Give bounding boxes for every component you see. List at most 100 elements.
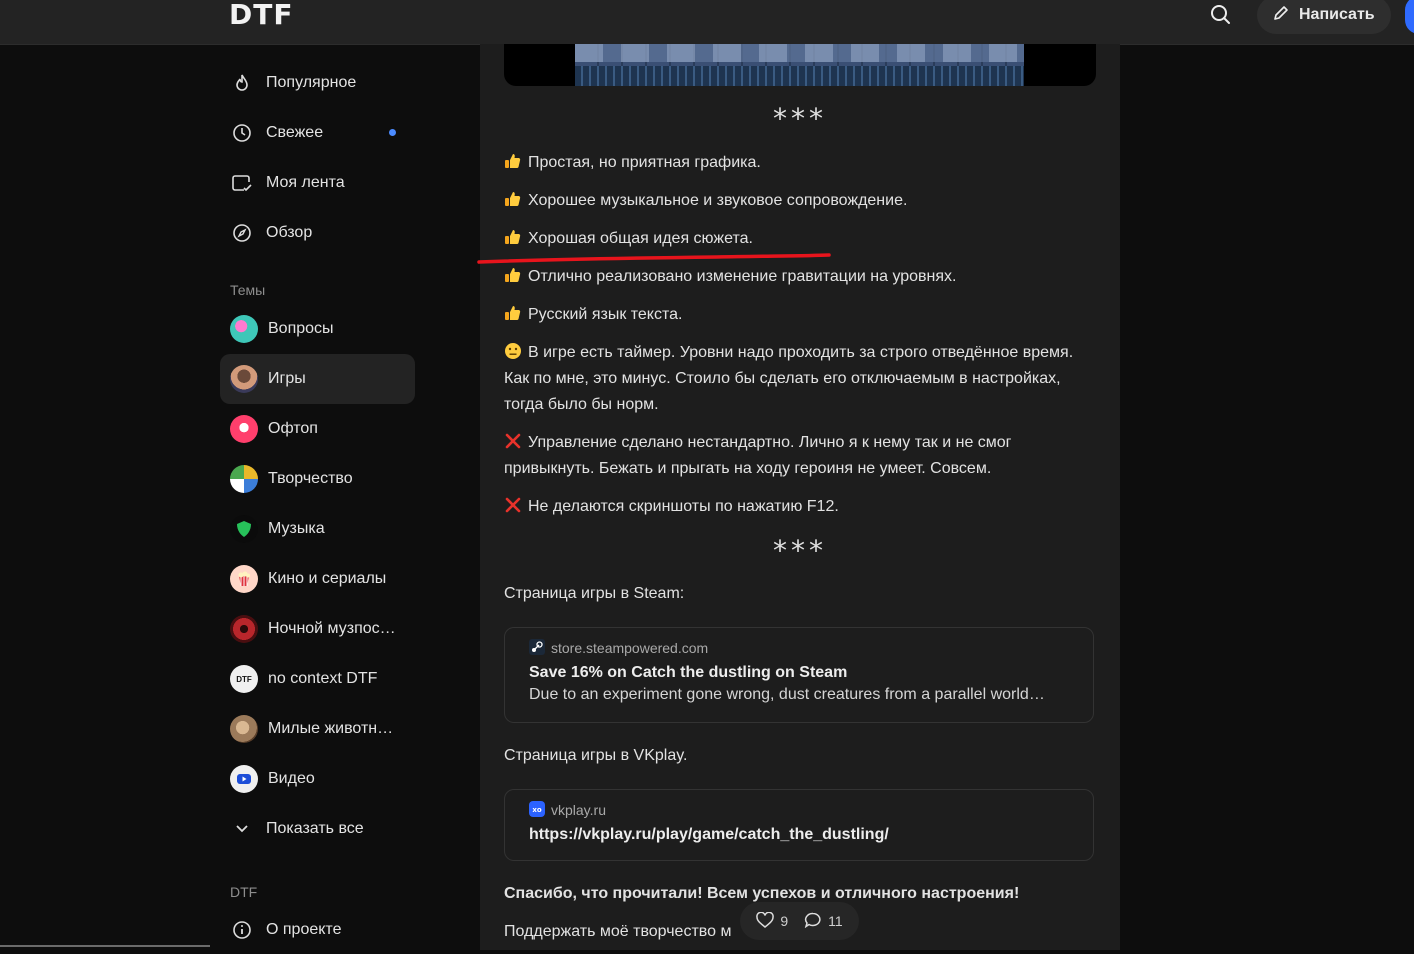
pencil-icon xyxy=(1271,3,1291,28)
topic-cinema[interactable]: Кино и сериалы xyxy=(220,554,415,604)
dtf-logo-icon: DTF xyxy=(230,665,258,693)
dtf-section-heading: DTF xyxy=(230,884,258,900)
nav-popular-label: Популярное xyxy=(266,74,357,91)
like-count: 9 xyxy=(780,913,789,929)
comment-icon xyxy=(804,912,822,931)
popcorn-icon xyxy=(230,565,258,593)
thumbs-up-icon xyxy=(504,190,522,208)
topic-music[interactable]: Музыка xyxy=(220,504,415,554)
topic-label: Творчество xyxy=(268,470,353,487)
comment-count: 11 xyxy=(828,913,843,929)
topic-night-music-avatar xyxy=(230,615,258,643)
article-body: *** Простая, но приятная графика. Хороше… xyxy=(480,44,1120,950)
topic-no-context[interactable]: DTF no context DTF xyxy=(220,654,415,704)
like-button[interactable]: 9 xyxy=(756,911,789,931)
nav-about-label: О проекте xyxy=(266,921,342,938)
search-icon[interactable] xyxy=(1208,3,1234,27)
topic-games[interactable]: Игры xyxy=(220,354,415,404)
game-level-image xyxy=(575,44,1024,86)
video-play-icon xyxy=(230,765,258,793)
user-avatar[interactable] xyxy=(1405,0,1414,34)
nav-overview[interactable]: Обзор xyxy=(220,208,415,258)
separator-stars: *** xyxy=(773,102,827,135)
topic-video[interactable]: Видео xyxy=(220,754,415,804)
topic-games-avatar xyxy=(230,365,258,393)
vkplay-link-card[interactable]: xo vkplay.ru https://vkplay.ru/play/game… xyxy=(504,789,1094,861)
topic-label: Игры xyxy=(268,370,306,387)
topics-heading: Темы xyxy=(230,282,266,298)
neutral-face-icon xyxy=(504,342,522,360)
topic-creativity[interactable]: Творчество xyxy=(220,454,415,504)
flame-icon xyxy=(231,72,253,94)
site-logo[interactable]: DTF xyxy=(229,0,293,31)
nav-overview-label: Обзор xyxy=(266,224,313,241)
nav-fresh[interactable]: Свежее xyxy=(220,108,415,158)
thumbs-up-icon xyxy=(504,228,522,246)
steam-link-description: Due to an experiment gone wrong, dust cr… xyxy=(529,686,1045,703)
topic-label: Вопросы xyxy=(268,320,334,337)
thumbs-up-icon xyxy=(504,266,522,284)
scroll-divider xyxy=(0,945,210,947)
topic-music-avatar xyxy=(230,515,258,543)
cross-mark-icon xyxy=(504,432,522,450)
write-button-label: Написать xyxy=(1299,6,1375,23)
chevron-down-icon xyxy=(231,818,253,840)
vkplay-icon: xo xyxy=(529,800,545,820)
steam-link-card[interactable]: store.steampowered.com Save 16% on Catch… xyxy=(504,627,1094,723)
topic-label: Кино и сериалы xyxy=(268,570,387,587)
new-indicator-dot xyxy=(389,129,396,136)
pro-bullet: Отлично реализовано изменение гравитации… xyxy=(504,264,1084,290)
write-button[interactable]: Написать xyxy=(1257,0,1391,34)
vkplay-link-domain: vkplay.ru xyxy=(551,802,606,818)
steam-link-title: Save 16% on Catch the dustling on Steam xyxy=(529,664,848,681)
topic-offtop-avatar xyxy=(230,415,258,443)
game-screenshot[interactable] xyxy=(504,44,1096,86)
nav-popular[interactable]: Популярное xyxy=(220,58,415,108)
topic-label: Видео xyxy=(268,770,315,787)
nav-about[interactable]: О проекте xyxy=(220,906,415,954)
topic-creativity-avatar xyxy=(230,465,258,493)
clock-icon xyxy=(231,122,253,144)
topic-label: Милые животн… xyxy=(268,720,394,737)
vk-intro-text: Страница игры в VKplay. xyxy=(504,747,688,764)
steam-icon xyxy=(529,638,545,658)
feed-icon xyxy=(231,172,253,194)
show-all-button[interactable]: Показать все xyxy=(220,804,415,854)
compass-icon xyxy=(231,222,253,244)
topic-label: Офтоп xyxy=(268,420,318,437)
topic-offtop[interactable]: Офтоп xyxy=(220,404,415,454)
info-icon xyxy=(231,919,253,941)
steam-link-domain: store.steampowered.com xyxy=(551,640,709,656)
pro-bullet: Хорошая общая идея сюжета. xyxy=(504,226,1084,252)
vkplay-link-url: https://vkplay.ru/play/game/catch_the_du… xyxy=(529,826,889,843)
pro-bullet: Хорошее музыкальное и звуковое сопровожд… xyxy=(504,188,1084,214)
sidebar: Популярное Свежее Моя лента Обзор Темы В… xyxy=(220,58,415,954)
con-bullet: Управление сделано нестандартно. Лично я… xyxy=(504,432,1012,477)
reactions-bar: 9 11 xyxy=(740,902,859,940)
con-bullet: Не делаются скриншоты по нажатию F12. xyxy=(504,494,1084,520)
thumbs-up-icon xyxy=(504,304,522,322)
steam-intro-text: Страница игры в Steam: xyxy=(504,585,685,602)
topic-cute-animals[interactable]: Милые животн… xyxy=(220,704,415,754)
separator-stars: *** xyxy=(773,534,827,567)
topic-label: Ночной музпос… xyxy=(268,620,396,637)
neutral-bullet: В игре есть таймер. Уровни надо проходит… xyxy=(504,342,1074,413)
comments-button[interactable]: 11 xyxy=(804,912,843,931)
topic-label: no context DTF xyxy=(268,670,378,687)
thumbs-up-icon xyxy=(504,152,522,170)
show-all-label: Показать все xyxy=(266,820,364,837)
topic-night-music[interactable]: Ночной музпос… xyxy=(220,604,415,654)
svg-text:xo: xo xyxy=(532,806,542,814)
topic-label: Музыка xyxy=(268,520,325,537)
pro-bullet: Простая, но приятная графика. xyxy=(504,150,1084,176)
pro-bullet: Русский язык текста. xyxy=(504,302,1084,328)
nav-my-feed-label: Моя лента xyxy=(266,174,345,191)
topic-questions-avatar xyxy=(230,315,258,343)
topic-questions[interactable]: Вопросы xyxy=(220,304,415,354)
top-header: DTF Написать xyxy=(0,0,1414,45)
topic-cute-animals-avatar xyxy=(230,715,258,743)
heart-icon xyxy=(756,911,775,931)
nav-my-feed[interactable]: Моя лента xyxy=(220,158,415,208)
cross-mark-icon xyxy=(504,496,522,514)
nav-fresh-label: Свежее xyxy=(266,124,324,141)
